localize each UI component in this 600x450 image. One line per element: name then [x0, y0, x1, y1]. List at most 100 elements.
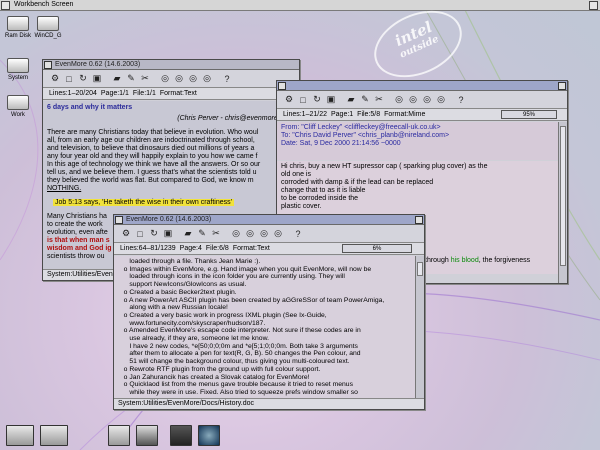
- text-line: 51 will change the background colour, th…: [118, 358, 350, 366]
- help-icon[interactable]: ?: [221, 73, 233, 85]
- text-line: any four year old and they will happily …: [47, 153, 258, 160]
- text-line: after them to allocate a pen for text(R,…: [118, 350, 361, 358]
- taskbar-hex-icon[interactable]: [170, 425, 192, 446]
- status-lines: Lines:64–81/1239: [120, 245, 176, 252]
- search-all-icon[interactable]: ◎: [201, 73, 213, 85]
- desktop-icon-label: Work: [11, 112, 25, 118]
- gear-icon[interactable]: ⚙: [120, 228, 132, 240]
- trailing-post: , the forgiveness: [478, 257, 531, 264]
- text-line: support NewIcons/GlowIcons as usual.: [118, 281, 247, 289]
- text-line: o A new PowerArt ASCII plugin has been c…: [118, 296, 385, 304]
- search-icon[interactable]: ◎: [230, 228, 242, 240]
- reload-icon[interactable]: ↻: [311, 94, 323, 106]
- window-title-bar[interactable]: EvenMore 0.62 (14.6.2003): [114, 215, 424, 225]
- status-page: Page:1/1: [100, 90, 129, 97]
- evenmore-window-historydoc[interactable]: EvenMore 0.62 (14.6.2003) ⚙ □ ↻ ▣ ▰ ✎ ✂ ◎ ◎ ◎ ◎? L…: [113, 214, 425, 410]
- search-all-icon[interactable]: ◎: [435, 94, 447, 106]
- window-title-bar[interactable]: [277, 81, 567, 91]
- save-icon[interactable]: ▣: [325, 94, 337, 106]
- text-line: o Amended EvenMore's escape code interpr…: [118, 327, 361, 335]
- save-icon[interactable]: ▣: [162, 228, 174, 240]
- help-icon[interactable]: ?: [292, 228, 304, 240]
- gear-icon[interactable]: ⚙: [49, 73, 61, 85]
- pen-icon[interactable]: ✎: [359, 94, 371, 106]
- text-line: all, from an early age our children are …: [47, 137, 255, 144]
- text-line: www.fortunecity.com/skyscraper/hudson/18…: [118, 319, 266, 327]
- scrollbar-knob[interactable]: [560, 126, 566, 266]
- search-next-icon[interactable]: ◎: [187, 73, 199, 85]
- status-lines: Lines:1–21/22: [283, 111, 327, 118]
- gear-icon[interactable]: ⚙: [283, 94, 295, 106]
- text-line: o Created a basic Becker2text plugin.: [118, 288, 237, 296]
- pen-icon[interactable]: ✎: [125, 73, 137, 85]
- clip-icon[interactable]: ✂: [373, 94, 385, 106]
- eraser-icon[interactable]: ▰: [345, 94, 357, 106]
- text-line: they believed the world was flat. But co…: [47, 177, 254, 184]
- text-line: and television, to believe that dinosaur…: [47, 145, 255, 152]
- text-line: I have 2 new codes, *e[50;0;0;0m and *e[…: [118, 342, 358, 350]
- taskbar-drawer-icon[interactable]: [6, 425, 34, 446]
- window-close-button[interactable]: [278, 82, 286, 90]
- help-icon[interactable]: ?: [455, 94, 467, 106]
- text-line: There are many Christians today that bel…: [47, 129, 259, 136]
- text-line: o Jan Zahurancik has created a Slovak ca…: [118, 373, 310, 381]
- taskbar-mask-icon[interactable]: [136, 425, 158, 446]
- text-line: use already, if they are, someone let me…: [118, 335, 269, 343]
- search-all-icon[interactable]: ◎: [272, 228, 284, 240]
- search-icon[interactable]: ◎: [393, 94, 405, 106]
- doc-heading: 6 days and why it matters: [47, 104, 133, 111]
- search-prev-icon[interactable]: ◎: [407, 94, 419, 106]
- desktop-icon-work[interactable]: Work: [0, 95, 36, 118]
- search-next-icon[interactable]: ◎: [258, 228, 270, 240]
- word-blood: blood: [461, 257, 479, 264]
- window-title-bar[interactable]: EvenMore 0.62 (14.6.2003): [43, 60, 299, 70]
- text-line: change that to as it is liable: [281, 187, 366, 194]
- text-line: o Images within EvenMore, e.g. Hand imag…: [118, 265, 372, 273]
- search-next-icon[interactable]: ◎: [421, 94, 433, 106]
- progress-indicator: 6%: [342, 244, 412, 253]
- status-file: File:5/8: [357, 111, 381, 118]
- status-bar: Lines:64–81/1239 Page:4 File:6/8 Format:…: [114, 243, 424, 255]
- text-line: while they were in use. Fixed. Also trie…: [118, 388, 358, 396]
- desktop-icon-label: System: [7, 75, 28, 81]
- scrollbar-knob[interactable]: [417, 262, 423, 276]
- window-depth-button[interactable]: [415, 216, 423, 224]
- window-close-button[interactable]: [44, 61, 52, 69]
- taskbar-app-icon[interactable]: [108, 425, 130, 446]
- workbench-depth-button[interactable]: [589, 1, 598, 10]
- taskbar-window-icon[interactable]: [40, 425, 68, 446]
- status-lines: Lines:1–20/204: [49, 90, 97, 97]
- pen-icon[interactable]: ✎: [196, 228, 208, 240]
- reload-icon[interactable]: ↻: [148, 228, 160, 240]
- eraser-icon[interactable]: ▰: [111, 73, 123, 85]
- text-line: o Quicklaod list from the menus gave tro…: [118, 381, 353, 389]
- workbench-close-button[interactable]: [1, 1, 10, 10]
- reload-icon[interactable]: ↻: [77, 73, 89, 85]
- vertical-scrollbar[interactable]: [558, 122, 567, 283]
- desktop-icon-wincd[interactable]: WinCD_G: [30, 16, 66, 39]
- trailing-pre: through: [425, 257, 451, 264]
- history-text[interactable]: loaded through a file. Thanks Jean Marie…: [114, 256, 417, 399]
- desktop-icon-system[interactable]: System: [0, 58, 36, 81]
- save-icon[interactable]: ▣: [91, 73, 103, 85]
- clip-icon[interactable]: ✂: [210, 228, 222, 240]
- new-document-icon[interactable]: □: [63, 73, 75, 85]
- clip-icon[interactable]: ✂: [139, 73, 151, 85]
- search-prev-icon[interactable]: ◎: [244, 228, 256, 240]
- window-depth-button[interactable]: [558, 82, 566, 90]
- search-prev-icon[interactable]: ◎: [173, 73, 185, 85]
- taskbar-globe-icon[interactable]: [198, 425, 220, 446]
- text-line: corroded with damp & if the lead can be …: [281, 179, 434, 186]
- text-line: to be corroded inside the: [281, 195, 359, 202]
- eraser-icon[interactable]: ▰: [182, 228, 194, 240]
- window-close-button[interactable]: [115, 216, 123, 224]
- text-line: To: "Chris David Perver" <chris_planb@ni…: [281, 132, 450, 139]
- status-bar: Lines:1–20/204 Page:1/1 File:1/1 Format:…: [43, 88, 299, 100]
- search-icon[interactable]: ◎: [159, 73, 171, 85]
- text-line: loaded through icons in the icon folder …: [118, 273, 345, 281]
- new-document-icon[interactable]: □: [134, 228, 146, 240]
- vertical-scrollbar[interactable]: [415, 256, 424, 398]
- status-format: Format:Text: [159, 90, 197, 97]
- new-document-icon[interactable]: □: [297, 94, 309, 106]
- toolbar: ⚙ □ ↻ ▣ ▰ ✎ ✂ ◎ ◎ ◎ ◎?: [277, 91, 567, 109]
